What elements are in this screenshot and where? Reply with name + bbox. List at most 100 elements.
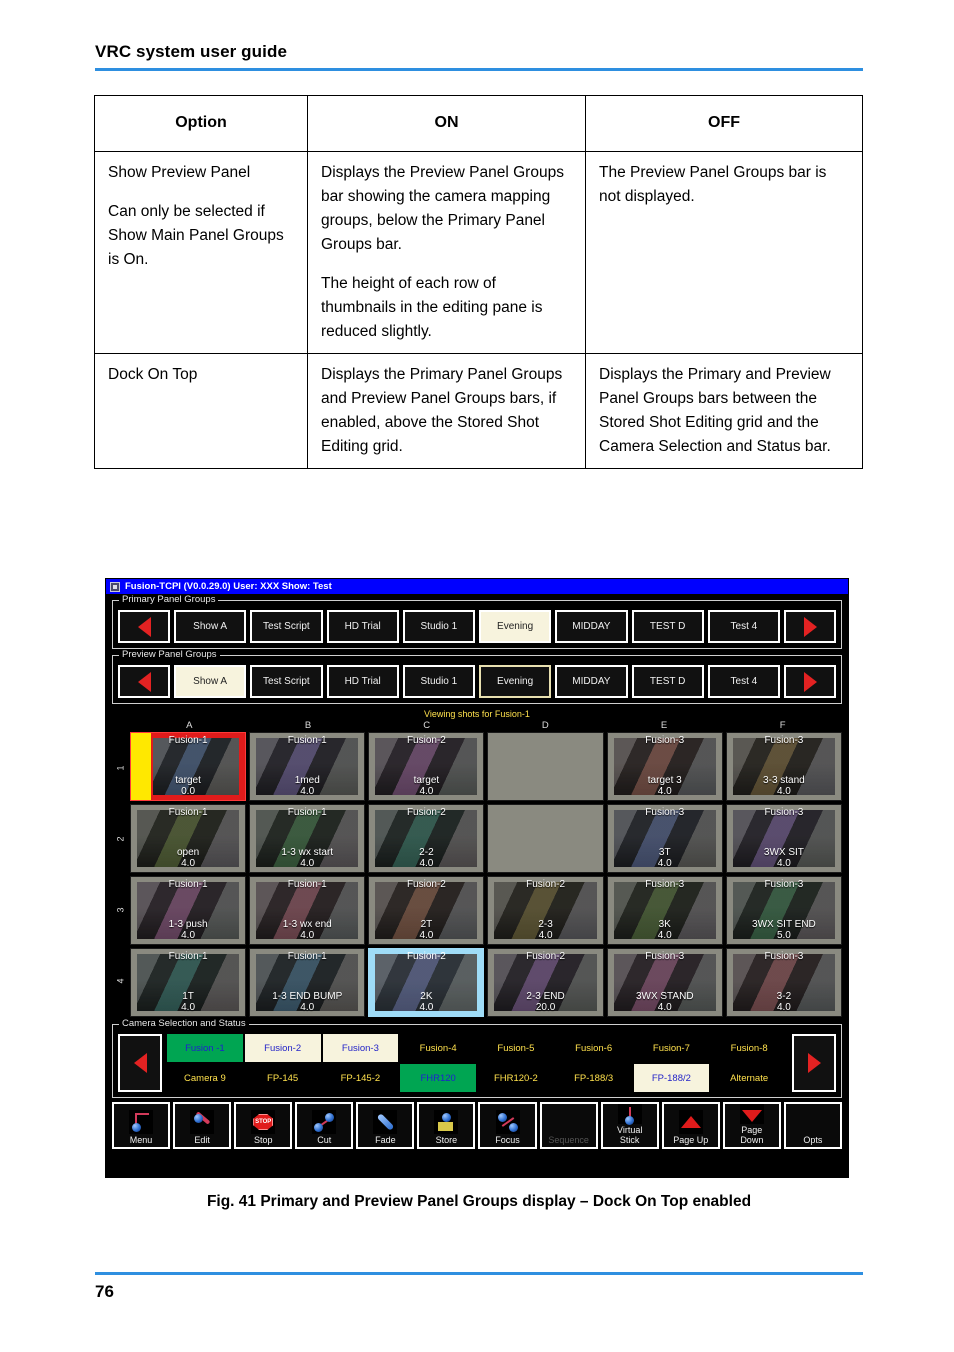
grid-cell[interactable]: Fusion-1 1T 4.0 bbox=[130, 948, 247, 1017]
grid-cell[interactable]: Fusion-2 2T 4.0 bbox=[368, 876, 485, 945]
grid-cell[interactable]: Fusion-3 3WX STAND 4.0 bbox=[606, 948, 723, 1017]
shot-duration: 4.0 bbox=[181, 1002, 196, 1013]
grid-cell[interactable]: Fusion-3 3T 4.0 bbox=[606, 804, 723, 873]
grid-cell[interactable]: Fusion-1 target 0.0 bbox=[130, 732, 247, 801]
primary-group-button-0[interactable]: Show A bbox=[174, 610, 247, 643]
grid-cell[interactable]: Fusion-3 3WX SIT END 5.0 bbox=[725, 876, 842, 945]
preview-group-button-0[interactable]: Show A bbox=[174, 665, 247, 698]
grid-cell[interactable]: Fusion-1 1-3 push 4.0 bbox=[130, 876, 247, 945]
toolbar-button-label: Edit bbox=[194, 1135, 210, 1145]
shot-name: 3WX STAND bbox=[635, 991, 694, 1002]
shot-info: 1-3 wx start 4.0 bbox=[281, 847, 333, 869]
toolbar-button-store[interactable]: Store bbox=[417, 1102, 476, 1149]
grid-cell[interactable]: Fusion-2 2-2 4.0 bbox=[368, 804, 485, 873]
shot-name: target bbox=[175, 775, 201, 786]
grid-cell[interactable]: Fusion-3 3-3 stand 4.0 bbox=[725, 732, 842, 801]
primary-group-button-5[interactable]: MIDDAY bbox=[555, 610, 628, 643]
camera-status-cell[interactable]: Fusion-4 bbox=[400, 1034, 476, 1062]
preview-group-button-3[interactable]: Studio 1 bbox=[402, 665, 475, 698]
toolbar-button-edit[interactable]: Edit bbox=[173, 1102, 232, 1149]
preview-group-button-4[interactable]: Evening bbox=[479, 665, 552, 698]
toolbar-button-label: Fade bbox=[375, 1135, 396, 1145]
camera-status-cell[interactable]: Fusion-6 bbox=[556, 1034, 632, 1062]
shot-duration: 0.0 bbox=[181, 786, 196, 797]
toolbar-button-menu[interactable]: Menu bbox=[112, 1102, 171, 1149]
grid-cell[interactable]: Fusion-2 2-3 4.0 bbox=[487, 876, 604, 945]
on-text-1: Displays the Preview Panel Groups bar sh… bbox=[321, 163, 564, 253]
primary-group-button-3[interactable]: Studio 1 bbox=[402, 610, 475, 643]
cell-on: Displays the Primary Panel Groups and Pr… bbox=[307, 352, 586, 469]
toolbar-button-page-down[interactable]: Page Down bbox=[722, 1102, 781, 1149]
primary-scroll-left-button[interactable] bbox=[118, 610, 170, 643]
camera-status-cell[interactable]: FHR120 bbox=[400, 1064, 476, 1092]
toolbar-button-focus[interactable]: Focus bbox=[478, 1102, 537, 1149]
camera-status-cell[interactable]: Fusion-2 bbox=[244, 1034, 321, 1062]
camera-status-cell[interactable]: Fusion-5 bbox=[478, 1034, 554, 1062]
grid-cell[interactable]: Fusion-1 1-3 wx end 4.0 bbox=[249, 876, 366, 945]
camera-status-cell[interactable]: Fusion-3 bbox=[322, 1034, 399, 1062]
preview-group-button-6[interactable]: TEST D bbox=[631, 665, 704, 698]
primary-scroll-right-button[interactable] bbox=[784, 610, 836, 643]
camera-status-cell[interactable]: Fusion-8 bbox=[711, 1034, 787, 1062]
toolbar-button-page-up[interactable]: Page Up bbox=[661, 1102, 720, 1149]
camera-status-cell[interactable]: FP-145-2 bbox=[323, 1064, 399, 1092]
primary-group-button-4[interactable]: Evening bbox=[479, 610, 552, 643]
preview-scroll-right-button[interactable] bbox=[784, 665, 836, 698]
shot-duration: 4.0 bbox=[419, 1002, 434, 1013]
camera-scroll-left-button[interactable] bbox=[118, 1034, 162, 1092]
preview-group-button-7[interactable]: Test 4 bbox=[707, 665, 780, 698]
preview-group-button-5[interactable]: MIDDAY bbox=[555, 665, 628, 698]
shot-name: 1-3 END BUMP bbox=[272, 991, 343, 1002]
camera-status-cell[interactable]: FP-145 bbox=[245, 1064, 321, 1092]
grid-cell[interactable] bbox=[487, 804, 604, 873]
camera-status-cell[interactable]: FP-188/3 bbox=[556, 1064, 632, 1092]
grid-column-header-a: A bbox=[186, 720, 193, 731]
primary-panel-groups: Primary Panel Groups Show A Test Script … bbox=[112, 594, 842, 649]
toolbar-button-cut[interactable]: Cut bbox=[295, 1102, 354, 1149]
camera-scroll-right-button[interactable] bbox=[792, 1034, 836, 1092]
toolbar-button-label: Stop bbox=[253, 1135, 273, 1145]
grid-cell[interactable]: Fusion-3 target 3 4.0 bbox=[606, 732, 723, 801]
primary-group-button-7[interactable]: Test 4 bbox=[707, 610, 780, 643]
shot-info: 1T 4.0 bbox=[181, 991, 195, 1013]
preview-group-button-2[interactable]: HD Trial bbox=[326, 665, 399, 698]
menu-icon bbox=[129, 1110, 154, 1134]
app-icon bbox=[110, 581, 120, 592]
shot-info: 2-2 4.0 bbox=[419, 847, 433, 869]
shot-name: 3-2 bbox=[776, 991, 792, 1002]
grid-cell[interactable]: Fusion-3 3-2 4.0 bbox=[725, 948, 842, 1017]
toolbar-button-opts[interactable]: Opts bbox=[783, 1102, 842, 1149]
toolbar-button-virtual-stick[interactable]: Virtual Stick bbox=[600, 1102, 659, 1149]
camera-status-cell[interactable]: Camera 9 bbox=[167, 1064, 243, 1092]
grid-cell[interactable] bbox=[487, 732, 604, 801]
preview-scroll-left-button[interactable] bbox=[118, 665, 170, 698]
table-row: Show Preview Panel Can only be selected … bbox=[94, 150, 863, 354]
grid-cell[interactable]: Fusion-2 target 4.0 bbox=[368, 732, 485, 801]
grid-cell[interactable]: Fusion-2 2K 4.0 bbox=[368, 948, 485, 1017]
shot-camera-label: Fusion-1 bbox=[287, 735, 327, 746]
camera-status-cell[interactable]: FP-188/2 bbox=[633, 1064, 710, 1092]
grid-cell[interactable]: Fusion-2 2-3 END 20.0 bbox=[487, 948, 604, 1017]
primary-group-button-2[interactable]: HD Trial bbox=[326, 610, 399, 643]
camera-status-cell[interactable]: Fusion-7 bbox=[634, 1034, 710, 1062]
shot-info: 3WX STAND 4.0 bbox=[636, 991, 694, 1013]
table-header-row: Option ON OFF bbox=[94, 95, 863, 152]
toolbar-button-fade[interactable]: Fade bbox=[356, 1102, 415, 1149]
camera-status-cell[interactable]: Alternate bbox=[711, 1064, 787, 1092]
grid-cell[interactable]: Fusion-3 3WX SIT 4.0 bbox=[725, 804, 842, 873]
shot-camera-label: Fusion-1 bbox=[168, 951, 208, 962]
footer-rule bbox=[95, 1272, 863, 1275]
toolbar-button-stop[interactable]: STOP Stop bbox=[234, 1102, 293, 1149]
grid-cell[interactable]: Fusion-3 3K 4.0 bbox=[606, 876, 723, 945]
grid-cell[interactable]: Fusion-1 1-3 END BUMP 4.0 bbox=[249, 948, 366, 1017]
preview-group-button-1[interactable]: Test Script bbox=[250, 665, 323, 698]
camera-status-cell[interactable]: FHR120-2 bbox=[478, 1064, 554, 1092]
shot-camera-label: Fusion-3 bbox=[645, 735, 685, 746]
grid-cell[interactable]: Fusion-1 1med 4.0 bbox=[249, 732, 366, 801]
primary-group-button-1[interactable]: Test Script bbox=[250, 610, 323, 643]
grid-cell[interactable]: Fusion-1 1-3 wx start 4.0 bbox=[249, 804, 366, 873]
grid-cell[interactable]: Fusion-1 open 4.0 bbox=[130, 804, 247, 873]
camera-status-cell[interactable]: Fusion -1 bbox=[167, 1034, 243, 1062]
shot-duration: 4.0 bbox=[300, 786, 315, 797]
primary-group-button-6[interactable]: TEST D bbox=[631, 610, 704, 643]
